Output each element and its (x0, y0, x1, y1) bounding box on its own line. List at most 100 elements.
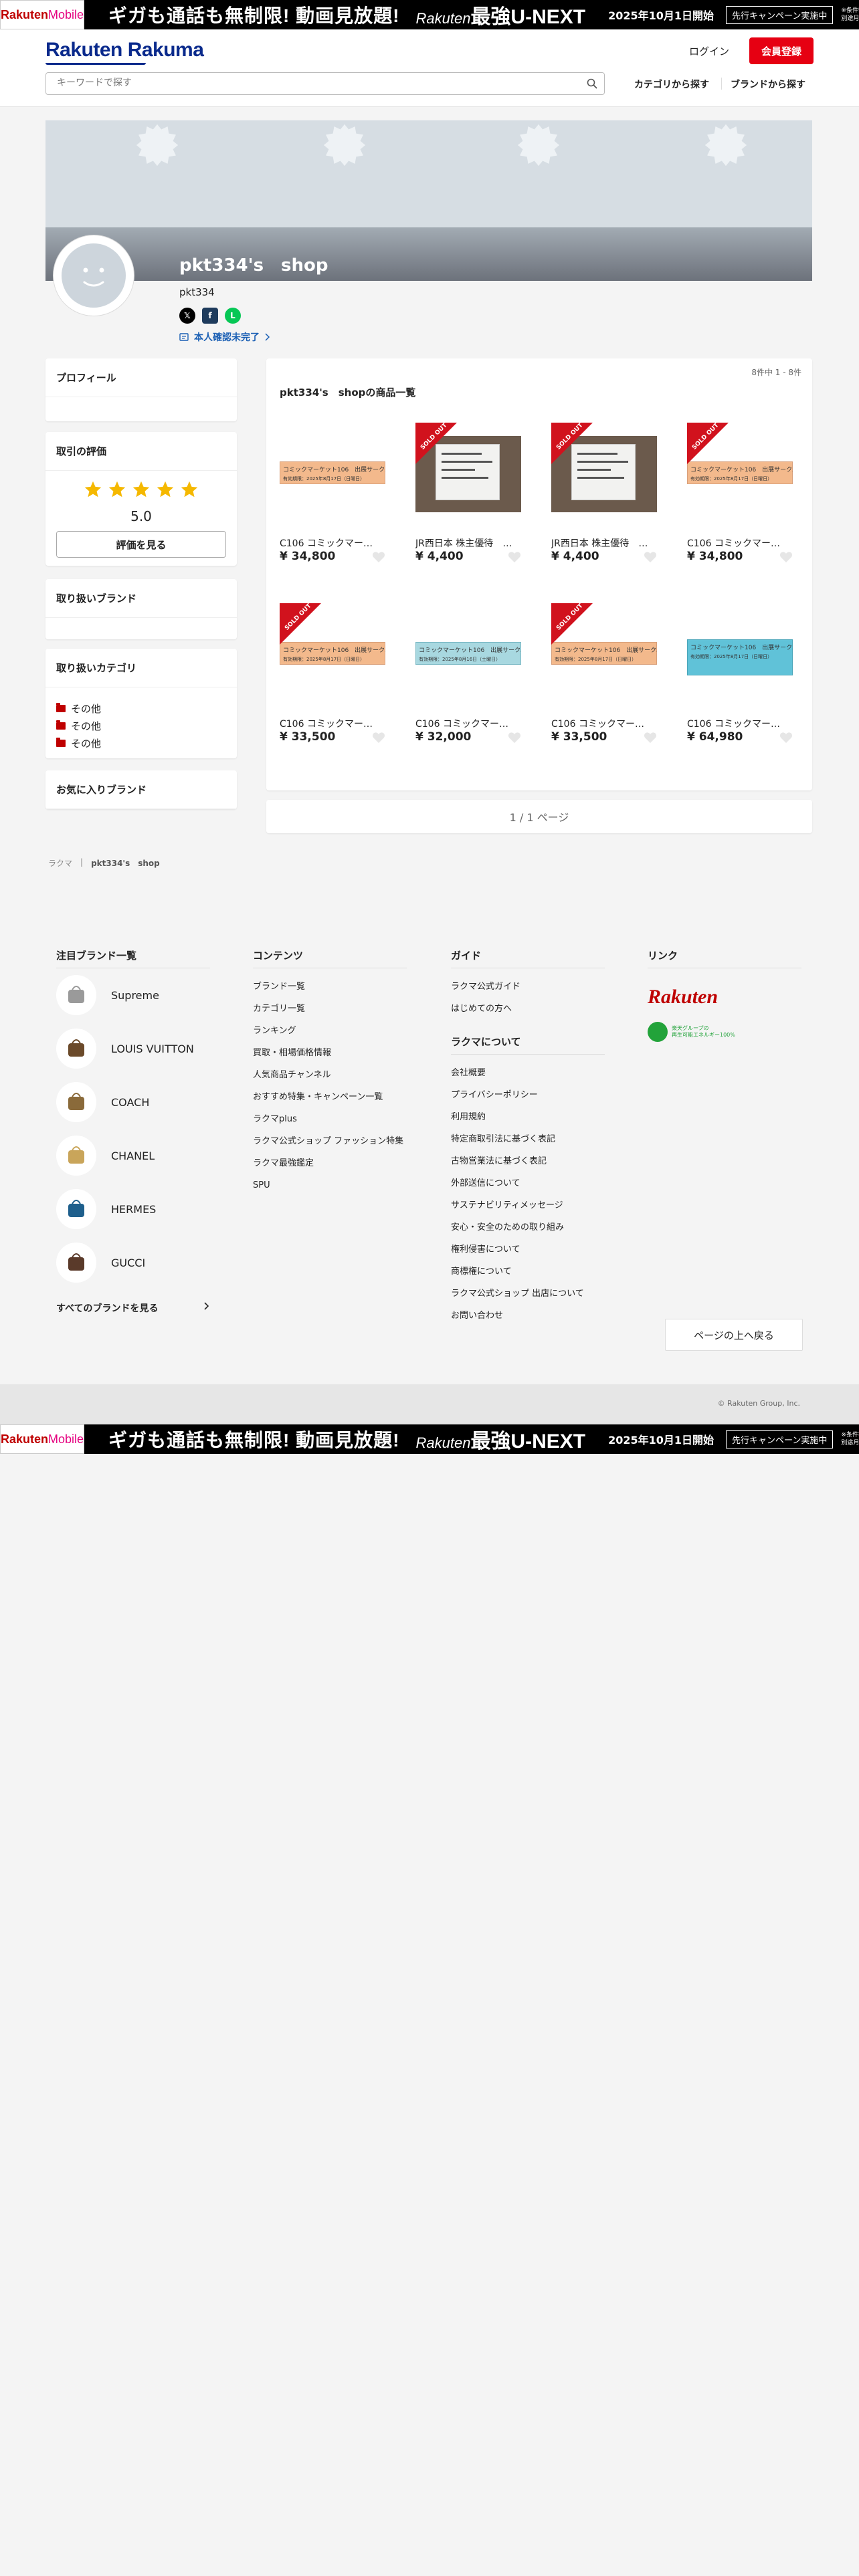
ticket-date: 有効期限：2025年8月17日（日曜日） (555, 657, 637, 662)
nav-brand-link[interactable]: ブランドから探す (731, 78, 805, 91)
footer-link[interactable]: 買取・相場価格情報 (253, 1047, 407, 1060)
all-brands-link[interactable]: すべてのブランドを見る (56, 1301, 210, 1315)
footer-link[interactable]: 人気商品チャンネル (253, 1069, 407, 1082)
favorite-heart-icon[interactable] (508, 732, 521, 744)
footer-link[interactable]: はじめての方へ (451, 1002, 605, 1016)
item-thumbnail[interactable]: コミックマーケット106 出展サークル 有効期限：2025年8月17日（日曜日） (687, 603, 793, 708)
ad-note-1: ※条件等あり (841, 1432, 859, 1438)
favorite-heart-icon[interactable] (372, 732, 385, 744)
item-name[interactable]: C106 コミックマーケット106 出展サークル (415, 717, 516, 730)
footer-link[interactable]: おすすめ特集・キャンペーン一覧 (253, 1091, 407, 1104)
footer-link[interactable]: ランキング (253, 1025, 407, 1038)
favorite-heart-icon[interactable] (644, 551, 657, 563)
footer-link[interactable]: SPU (253, 1179, 407, 1192)
footer-link[interactable]: 会社概要 (451, 1067, 605, 1080)
favorite-heart-icon[interactable] (372, 551, 385, 563)
rakuten-logo[interactable]: Rakuten (648, 986, 801, 1008)
ticket-text: コミックマーケット106 出展サークル (690, 467, 793, 473)
eco-badge[interactable]: 楽天グループの 再生可能エネルギー100% (648, 1022, 801, 1042)
footer-link[interactable]: サステナビリティメッセージ (451, 1199, 605, 1212)
footer-link[interactable]: 安心・安全のための取り組み (451, 1221, 605, 1235)
footer-link[interactable]: ラクマ公式ショップ ファッション特集 (253, 1135, 407, 1148)
footer-link[interactable]: ラクマ最強鑑定 (253, 1157, 407, 1170)
footer-link[interactable]: 特定商取引法に基づく表記 (451, 1133, 605, 1146)
footer-link[interactable]: 古物営業法に基づく表記 (451, 1155, 605, 1168)
footer-links-title: リンク (648, 948, 801, 968)
search-icon[interactable] (587, 78, 597, 89)
footer-link[interactable]: ラクマ公式ガイド (451, 980, 605, 994)
footer-link[interactable]: 外部送信について (451, 1177, 605, 1190)
item-card[interactable]: コミックマーケット106 出展サークル 有効期限：2025年8月17日（日曜日） C… (274, 416, 385, 564)
footer-link[interactable]: ブランド一覧 (253, 980, 407, 994)
footer-link[interactable]: 商標権について (451, 1265, 605, 1279)
item-card[interactable]: コミックマーケット106 出展サークル 有効期限：2025年8月17日（日曜日） C… (682, 597, 793, 745)
category-label: その他 (71, 737, 102, 750)
item-card[interactable]: SOLD OUT JR西日本 株主優待 割引券¥ 4,400 (546, 416, 657, 564)
cover-pattern-icon (701, 120, 751, 170)
nav-divider (721, 78, 722, 90)
footer-brand-item[interactable]: GUCCI (56, 1236, 210, 1289)
breadcrumb-home[interactable]: ラクマ (48, 857, 72, 869)
item-name[interactable]: JR西日本 株主優待 割引券 (551, 536, 652, 550)
category-item[interactable]: その他 (56, 717, 226, 734)
item-thumbnail[interactable]: SOLD OUT (551, 423, 657, 527)
footer-brand-item[interactable]: CHANEL (56, 1129, 210, 1182)
favorite-heart-icon[interactable] (779, 732, 793, 744)
login-link[interactable]: ログイン (689, 44, 729, 58)
item-card[interactable]: コミックマーケット106 出展サークル 有効期限：2025年8月17日（日曜日） S… (682, 416, 793, 564)
footer-brand-item[interactable]: LOUIS VUITTON (56, 1022, 210, 1075)
ticket-date: 有効期限：2025年8月16日（土曜日） (419, 657, 501, 662)
view-reviews-button[interactable]: 評価を見る (56, 531, 226, 558)
search-input[interactable] (57, 73, 579, 93)
category-item[interactable]: その他 (56, 700, 226, 717)
footer-brand-item[interactable]: COACH (56, 1075, 210, 1129)
footer-link[interactable]: 権利侵害について (451, 1243, 605, 1257)
nav-category-link[interactable]: カテゴリから探す (634, 78, 709, 91)
footer-link[interactable]: 利用規約 (451, 1111, 605, 1124)
item-thumbnail[interactable]: SOLD OUT (415, 423, 521, 527)
footer-about-title: ラクマについて (451, 1035, 605, 1055)
footer-brand-item[interactable]: Supreme (56, 968, 210, 1022)
item-thumbnail[interactable]: コミックマーケット106 出展サークル 有効期限：2025年8月17日（日曜日） S… (687, 423, 793, 527)
item-card[interactable]: コミックマーケット106 出展サークル 有効期限：2025年8月17日（日曜日） S… (546, 597, 657, 745)
footer-contents-title: コンテンツ (253, 948, 407, 968)
footer-link[interactable]: お問い合わせ (451, 1309, 605, 1323)
item-name[interactable]: JR西日本 株主優待 割引券 (415, 536, 516, 550)
footer-link[interactable]: プライバシーポリシー (451, 1089, 605, 1102)
item-name[interactable]: C106 コミックマーケット106 出展サークル (687, 536, 787, 550)
footer-link[interactable]: ラクマplus (253, 1113, 407, 1126)
item-thumbnail[interactable]: コミックマーケット106 出展サークル 有効期限：2025年8月17日（日曜日） S… (280, 603, 385, 708)
favorite-heart-icon[interactable] (779, 551, 793, 563)
item-name[interactable]: C106 コミックマーケット106 出展サークル (280, 536, 380, 550)
item-name[interactable]: C106 コミックマーケット106 出展サークル (280, 717, 380, 730)
footer-link[interactable]: ラクマ公式ショップ 出店について (451, 1287, 605, 1301)
line-share-icon[interactable]: L (225, 308, 241, 324)
ad-cta[interactable]: 先行キャンペーン実施中 (726, 5, 834, 24)
identity-verification-link[interactable]: 本人確認未完了 (179, 330, 270, 344)
item-card[interactable]: SOLD OUT JR西日本 株主優待 割引券¥ 4,400 (410, 416, 521, 564)
ticket-text: コミックマーケット106 出展サークル (283, 647, 385, 654)
item-name[interactable]: C106 コミックマーケット106 出展サークル (551, 717, 652, 730)
rakuma-logo[interactable]: Rakuten Rakuma (45, 39, 204, 62)
ad-note-2: 別途月額料金あり (841, 1440, 859, 1446)
ad-banner-bottom[interactable]: Rakuten Mobile ギガも通話も無制限! 動画見放題! Rakuten最… (0, 1424, 859, 1454)
item-thumbnail[interactable]: コミックマーケット106 出展サークル 有効期限：2025年8月17日（日曜日） S… (551, 603, 657, 708)
category-item[interactable]: その他 (56, 734, 226, 752)
item-thumbnail[interactable]: コミックマーケット106 出展サークル 有効期限：2025年8月16日（土曜日） (415, 603, 521, 708)
signup-button[interactable]: 会員登録 (749, 37, 814, 64)
avatar (54, 235, 134, 316)
ad-cta[interactable]: 先行キャンペーン実施中 (726, 1430, 834, 1448)
favorite-heart-icon[interactable] (508, 551, 521, 563)
item-name[interactable]: C106 コミックマーケット106 出展サークル (687, 717, 787, 730)
x-share-icon[interactable]: 𝕏 (179, 308, 195, 324)
back-to-top-button[interactable]: ページの上へ戻る (665, 1319, 803, 1351)
ad-banner-top[interactable]: Rakuten Mobile ギガも通話も無制限! 動画見放題! Rakuten最… (0, 0, 859, 29)
item-thumbnail[interactable]: コミックマーケット106 出展サークル 有効期限：2025年8月17日（日曜日） (280, 423, 385, 527)
item-card[interactable]: コミックマーケット106 出展サークル 有効期限：2025年8月16日（土曜日） C… (410, 597, 521, 745)
footer-link[interactable]: カテゴリ一覧 (253, 1002, 407, 1016)
ticket-text: コミックマーケット106 出展サークル (419, 647, 521, 654)
footer-brand-item[interactable]: HERMES (56, 1182, 210, 1236)
item-card[interactable]: コミックマーケット106 出展サークル 有効期限：2025年8月17日（日曜日） S… (274, 597, 385, 745)
facebook-share-icon[interactable]: f (202, 308, 218, 324)
favorite-heart-icon[interactable] (644, 732, 657, 744)
